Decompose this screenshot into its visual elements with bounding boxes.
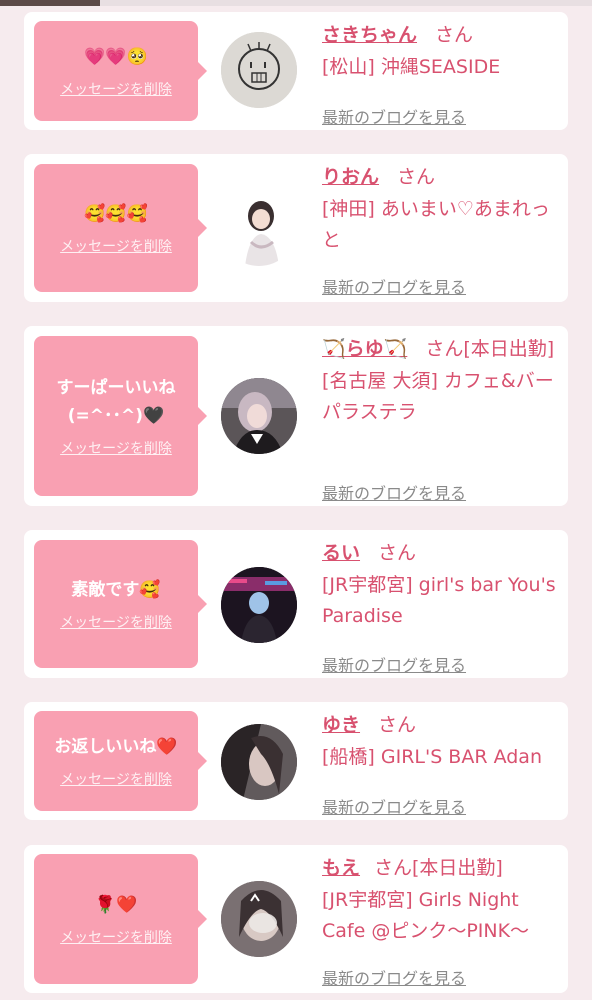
name-suffix: さん[本日出勤] bbox=[374, 857, 503, 879]
cast-name-link[interactable]: さきちゃん bbox=[322, 24, 417, 46]
message-card: 💗💗🥺 メッセージを削除 さきちゃん さん [松山] 沖縄SEASIDE 最新のブ… bbox=[24, 12, 568, 130]
message-bubble: 🌹❤️ メッセージを削除 bbox=[34, 854, 207, 984]
delete-message-link[interactable]: メッセージを削除 bbox=[60, 927, 172, 947]
cast-info: もえ さん[本日出勤] [JR宇都宮] Girls Night Cafe @ピンク… bbox=[322, 853, 558, 989]
delete-message-link[interactable]: メッセージを削除 bbox=[60, 612, 172, 632]
shop-name: [船橋] GIRL'S BAR Adan bbox=[322, 746, 542, 768]
name-suffix: さん[本日出勤] bbox=[425, 338, 555, 360]
latest-blog-link[interactable]: 最新のブログを見る bbox=[322, 794, 466, 818]
shop-name: [名古屋 大須] カフェ&バー パラステラ bbox=[322, 370, 554, 423]
latest-blog-link[interactable]: 最新のブログを見る bbox=[322, 274, 466, 298]
message-bubble: お返しいいね❤️ メッセージを削除 bbox=[34, 711, 207, 811]
person-photo-icon bbox=[221, 881, 297, 957]
cast-name-line: ゆき さん bbox=[322, 710, 558, 741]
avatar[interactable] bbox=[221, 32, 297, 108]
cast-name-line: 🏹らゆ🏹 さん[本日出勤] bbox=[322, 334, 558, 365]
sketch-face-icon bbox=[221, 32, 297, 108]
message-card: お返しいいね❤️ メッセージを削除 ゆき さん [船橋] GIRL'S BAR A… bbox=[24, 702, 568, 820]
cast-info: りおん さん [神田] あいまい♡あまれっと 最新のブログを見る bbox=[322, 162, 558, 298]
shop-name: [神田] あいまい♡あまれっと bbox=[322, 198, 550, 251]
message-text: 🥰🥰🥰 bbox=[84, 204, 148, 224]
name-suffix: さん bbox=[378, 542, 417, 564]
cast-name-link[interactable]: 🏹らゆ🏹 bbox=[322, 338, 407, 360]
cast-name-line: りおん さん bbox=[322, 162, 558, 193]
cast-name-link[interactable]: ゆき bbox=[322, 714, 360, 736]
cast-name-line: もえ さん[本日出勤] bbox=[322, 853, 558, 884]
name-suffix: さん bbox=[435, 24, 474, 46]
top-bar bbox=[0, 0, 592, 6]
name-suffix: さん bbox=[397, 166, 436, 188]
shop-name: [JR宇都宮] girl's bar You's Paradise bbox=[322, 574, 556, 627]
message-text: お返しいいね❤️ bbox=[54, 737, 178, 757]
person-photo-icon bbox=[221, 567, 297, 643]
message-card: 素敵です🥰 メッセージを削除 るい さん [JR宇都宮] girl's bar Y… bbox=[24, 530, 568, 678]
avatar[interactable] bbox=[221, 724, 297, 800]
cast-name-line: さきちゃん さん bbox=[322, 20, 558, 51]
message-card: 🌹❤️ メッセージを削除 もえ さん[本日出勤] [JR宇都宮] Girls Ni… bbox=[24, 845, 568, 993]
cast-name-line: るい さん bbox=[322, 538, 558, 569]
latest-blog-link[interactable]: 最新のブログを見る bbox=[322, 965, 466, 989]
latest-blog-link[interactable]: 最新のブログを見る bbox=[322, 652, 466, 676]
shop-name: [JR宇都宮] Girls Night Cafe @ピンク〜PINK〜 bbox=[322, 889, 530, 942]
cast-name-link[interactable]: るい bbox=[322, 542, 360, 564]
message-text: 🌹❤️ bbox=[94, 895, 138, 915]
cast-info: 🏹らゆ🏹 さん[本日出勤] [名古屋 大須] カフェ&バー パラステラ 最新のブロ… bbox=[322, 334, 558, 504]
message-bubble: 素敵です🥰 メッセージを削除 bbox=[34, 540, 207, 668]
person-photo-icon bbox=[221, 378, 297, 454]
avatar[interactable] bbox=[221, 378, 297, 454]
message-card: 🥰🥰🥰 メッセージを削除 りおん さん [神田] あいまい♡あまれっと 最新のブロ… bbox=[24, 154, 568, 302]
top-bar-tab bbox=[0, 0, 100, 6]
delete-message-link[interactable]: メッセージを削除 bbox=[60, 438, 172, 458]
shop-name: [松山] 沖縄SEASIDE bbox=[322, 56, 501, 78]
message-card: すーぱーいいね(=^･･^)🖤 メッセージを削除 🏹らゆ🏹 さん[本日出勤] [名… bbox=[24, 326, 568, 506]
message-bubble: 🥰🥰🥰 メッセージを削除 bbox=[34, 164, 207, 292]
message-text: すーぱーいいね(=^･･^)🖤 bbox=[56, 378, 176, 426]
avatar[interactable] bbox=[221, 881, 297, 957]
latest-blog-link[interactable]: 最新のブログを見る bbox=[322, 480, 466, 504]
person-photo-icon bbox=[221, 190, 297, 266]
message-bubble: すーぱーいいね(=^･･^)🖤 メッセージを削除 bbox=[34, 336, 207, 496]
person-photo-icon bbox=[221, 724, 297, 800]
message-text: 💗💗🥺 bbox=[84, 47, 148, 67]
cast-name-link[interactable]: もえ bbox=[322, 857, 360, 879]
cast-info: ゆき さん [船橋] GIRL'S BAR Adan 最新のブログを見る bbox=[322, 710, 558, 818]
latest-blog-link[interactable]: 最新のブログを見る bbox=[322, 104, 466, 128]
cast-info: さきちゃん さん [松山] 沖縄SEASIDE 最新のブログを見る bbox=[322, 20, 558, 128]
avatar[interactable] bbox=[221, 190, 297, 266]
message-text: 素敵です🥰 bbox=[71, 580, 161, 600]
cast-info: るい さん [JR宇都宮] girl's bar You's Paradise 最… bbox=[322, 538, 558, 676]
delete-message-link[interactable]: メッセージを削除 bbox=[60, 79, 172, 99]
avatar[interactable] bbox=[221, 567, 297, 643]
message-bubble: 💗💗🥺 メッセージを削除 bbox=[34, 21, 207, 121]
delete-message-link[interactable]: メッセージを削除 bbox=[60, 236, 172, 256]
name-suffix: さん bbox=[378, 714, 417, 736]
cast-name-link[interactable]: りおん bbox=[322, 166, 379, 188]
delete-message-link[interactable]: メッセージを削除 bbox=[60, 769, 172, 789]
